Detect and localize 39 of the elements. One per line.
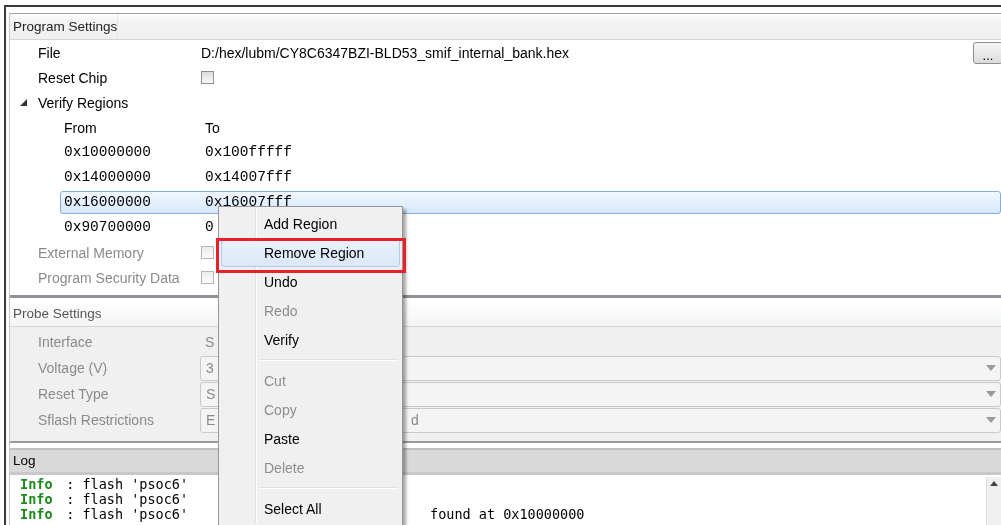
address-cell: 0x14000000 bbox=[64, 171, 151, 184]
log-level: Info bbox=[20, 477, 53, 492]
menu-item[interactable]: Verify bbox=[221, 325, 400, 354]
section-title: Program Settings bbox=[10, 14, 119, 39]
property-label: Interface bbox=[38, 334, 93, 350]
log-level: Info bbox=[20, 507, 53, 522]
address-cell: 0x16007fff bbox=[205, 196, 292, 209]
property-label: Reset Type bbox=[38, 386, 109, 402]
column-header: From bbox=[64, 119, 97, 136]
scrollbar[interactable] bbox=[986, 477, 1001, 525]
scroll-up-arrow-icon[interactable] bbox=[990, 481, 998, 486]
property-label: Voltage (V) bbox=[38, 360, 108, 376]
property-label: Reset Chip bbox=[38, 69, 108, 86]
selected-row-highlight[interactable]: 0x16000000 0x16007fff bbox=[60, 191, 1001, 214]
property-label: Sflash Restrictions bbox=[38, 412, 154, 428]
checkbox[interactable] bbox=[201, 71, 214, 84]
address-cell: 0x14007fff bbox=[205, 171, 292, 184]
address-cell: 0x16000000 bbox=[64, 196, 151, 209]
menu-item[interactable]: Select All bbox=[221, 494, 400, 523]
log-level: Info bbox=[20, 492, 53, 507]
expanded-triangle-icon[interactable] bbox=[19, 98, 28, 107]
address-cell: 0 bbox=[205, 221, 214, 234]
log-message: found at 0x10000000 bbox=[430, 507, 585, 522]
address-cell: 0x100fffff bbox=[205, 146, 292, 159]
menu-item[interactable]: Undo bbox=[221, 267, 400, 296]
browse-button[interactable]: ... bbox=[973, 42, 1001, 64]
log-message: : flash 'psoc6' bbox=[65, 507, 189, 522]
log-message: : flash 'psoc6' bbox=[65, 477, 189, 492]
address-cell: 0x90700000 bbox=[64, 221, 151, 234]
property-label: File bbox=[38, 44, 61, 61]
section-title: Probe Settings bbox=[12, 305, 102, 323]
log-message: : flash 'psoc6' bbox=[65, 492, 189, 507]
property-label: External Memory bbox=[38, 244, 144, 261]
tree-node-label: Verify Regions bbox=[38, 94, 129, 111]
address-cell: 0x10000000 bbox=[64, 146, 151, 159]
property-label: Program Security Data bbox=[38, 269, 180, 286]
property-value: S bbox=[205, 334, 215, 350]
file-path-value: D:/hex/lubm/CY8C6347BZI-BLD53_smif_internal_bank.hex bbox=[201, 44, 570, 61]
column-header: To bbox=[205, 119, 220, 136]
